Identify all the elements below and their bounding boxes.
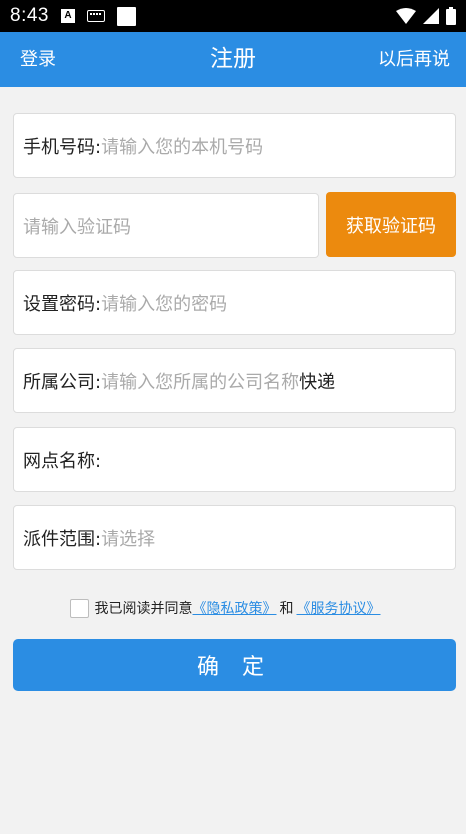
company-field[interactable]: 所属公司: 请输入您所属的公司名称 快递 xyxy=(13,348,456,413)
signal-icon xyxy=(423,8,439,24)
battery-icon xyxy=(446,7,456,25)
phone-input[interactable]: 请输入您的本机号码 xyxy=(101,133,263,159)
verification-code-input[interactable]: 请输入验证码 xyxy=(23,213,131,239)
password-field[interactable]: 设置密码: 请输入您的密码 xyxy=(13,270,456,335)
service-agreement-link[interactable]: 《服务协议》 xyxy=(297,598,381,618)
company-suffix: 快递 xyxy=(299,371,336,393)
outlet-field[interactable]: 网点名称: xyxy=(13,427,456,492)
area-select[interactable]: 请选择 xyxy=(101,525,155,551)
phone-label: 手机号码: xyxy=(23,136,102,158)
phone-field[interactable]: 手机号码: 请输入您的本机号码 xyxy=(13,113,456,178)
square-icon xyxy=(116,6,136,26)
notification-a-icon: A xyxy=(60,9,75,23)
confirm-button[interactable]: 确 定 xyxy=(13,639,456,691)
agreement-row: 我已阅读并同意 《隐私政策》 和 《服务协议》 xyxy=(0,596,466,620)
area-field[interactable]: 派件范围: 请选择 xyxy=(13,505,456,570)
password-label: 设置密码: xyxy=(23,293,102,315)
app-bar: 登录 注册 以后再说 xyxy=(0,32,466,87)
verification-code-field[interactable]: 请输入验证码 xyxy=(13,193,319,258)
later-link[interactable]: 以后再说 xyxy=(378,32,450,87)
status-bar: 8:43 A xyxy=(0,0,466,32)
agreement-checkbox[interactable] xyxy=(69,598,89,618)
agreement-and: 和 xyxy=(279,601,294,617)
company-input[interactable]: 请输入您所属的公司名称 xyxy=(101,368,299,394)
status-time: 8:43 xyxy=(10,5,49,26)
area-label: 派件范围: xyxy=(23,528,102,550)
outlet-label: 网点名称: xyxy=(23,450,102,472)
wifi-icon xyxy=(396,8,416,24)
password-input[interactable]: 请输入您的密码 xyxy=(101,290,227,316)
agreement-text: 我已阅读并同意 xyxy=(94,601,193,617)
company-label: 所属公司: xyxy=(23,371,102,393)
keyboard-icon xyxy=(86,10,105,22)
privacy-policy-link[interactable]: 《隐私政策》 xyxy=(193,598,277,618)
get-code-button[interactable]: 获取验证码 xyxy=(326,192,456,257)
